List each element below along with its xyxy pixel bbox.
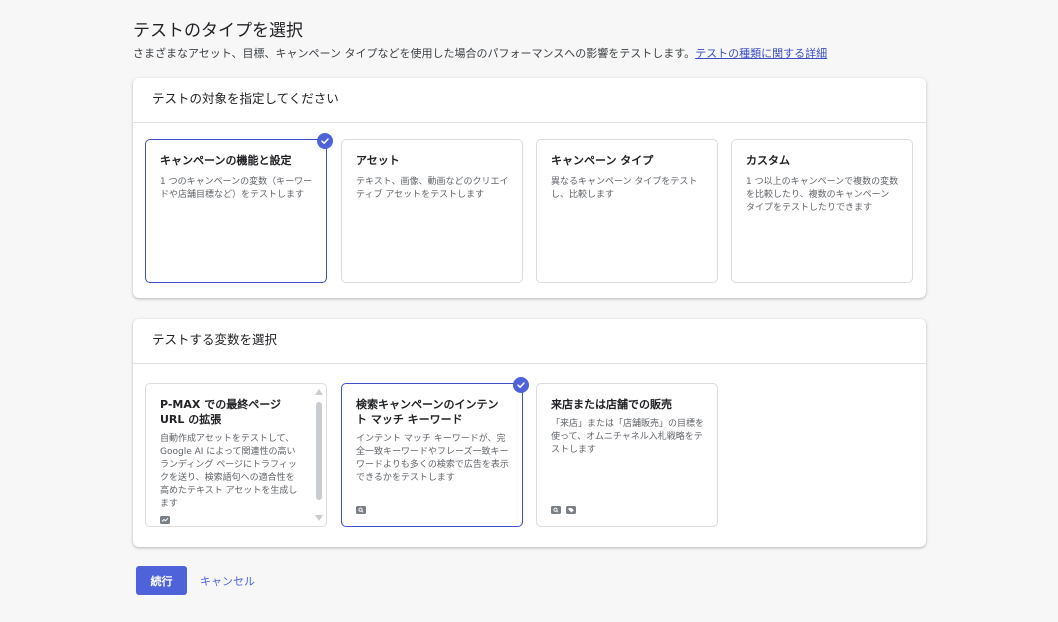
scroll-up-arrow-icon[interactable]: [315, 389, 323, 395]
card-description: 異なるキャンペーン タイプをテストし、比較します: [551, 177, 698, 200]
card-title: 来店または店舗での販売: [551, 398, 672, 411]
search-icon: [551, 506, 561, 514]
card-description: テキスト、画像、動画などのクリエイティブ アセットをテストします: [356, 177, 509, 200]
card-title: キャンペーンの機能と設定: [160, 154, 292, 167]
page-subtitle-text: さまざまなアセット、目標、キャンペーン タイプなどを使用した場合のパフォーマンス…: [133, 47, 696, 60]
card-description: 1 つ以上のキャンペーンで複数の変数を比較したり、複数のキャンペーン タイプをテ…: [746, 177, 899, 213]
page-title: テストのタイプを選択: [133, 21, 303, 41]
target-card-campaign-settings[interactable]: キャンペーンの機能と設定 1 つのキャンペーンの変数（キーワードや店舗目標など）…: [145, 133, 333, 283]
check-icon: [513, 377, 529, 393]
test-target-panel: テストの対象を指定してください キャンペーンの機能と設定 1 つのキャンペーンの…: [133, 78, 926, 298]
channel-icons: [160, 516, 170, 524]
test-target-panel-title: テストの対象を指定してください: [133, 78, 926, 123]
test-types-help-link[interactable]: テストの種類に関する詳細: [695, 47, 827, 60]
card-description: 1 つのキャンペーンの変数（キーワードや店舗目標など）をテストします: [160, 177, 313, 200]
search-icon: [356, 506, 366, 514]
scroll-down-arrow-icon[interactable]: [315, 515, 323, 521]
target-card-campaign-type[interactable]: キャンペーン タイプ 異なるキャンペーン タイプをテストし、比較します: [536, 139, 718, 283]
target-card-custom[interactable]: カスタム 1 つ以上のキャンペーンで複数の変数を比較したり、複数のキャンペーン …: [731, 139, 913, 283]
card-title: キャンペーン タイプ: [551, 154, 654, 167]
scroll-thumb[interactable]: [316, 402, 322, 500]
variable-card-pmax-url-expansion[interactable]: P-MAX での最終ページ URL の拡張 自動作成アセットをテストして、Goo…: [145, 383, 327, 527]
check-icon: [317, 133, 333, 149]
card-title: P-MAX での最終ページ URL の拡張: [160, 398, 281, 426]
test-variable-panel: テストする変数を選択 P-MAX での最終ページ URL の拡張 自動作成アセッ…: [133, 319, 926, 547]
cancel-button[interactable]: キャンセル: [193, 566, 262, 595]
card-title: アセット: [356, 154, 400, 167]
card-description: 「来店」または「店舗販売」の目標を使って、オムニチャネル入札戦略をテストします: [551, 419, 705, 455]
target-card-assets[interactable]: アセット テキスト、画像、動画などのクリエイティブ アセットをテストします: [341, 139, 523, 283]
page-subtitle: さまざまなアセット、目標、キャンペーン タイプなどを使用した場合のパフォーマンス…: [133, 47, 933, 61]
card-description: インテント マッチ キーワードが、完全一致キーワードやフレーズ一致キーワードより…: [356, 434, 509, 483]
card-scrollbar[interactable]: [314, 388, 324, 522]
pmax-icon: [160, 516, 170, 524]
channel-icons: [551, 506, 576, 514]
variable-card-intent-match-keywords[interactable]: 検索キャンペーンのインテント マッチ キーワード インテント マッチ キーワード…: [341, 377, 529, 527]
channel-icons: [356, 506, 366, 514]
continue-button[interactable]: 続行: [136, 566, 187, 595]
test-variable-panel-title: テストする変数を選択: [133, 319, 926, 364]
card-title: 検索キャンペーンのインテント マッチ キーワード: [356, 398, 499, 426]
card-description: 自動作成アセットをテストして、Google AI によって関連性の高いランディン…: [160, 434, 298, 509]
page-header: テストのタイプを選択 さまざまなアセット、目標、キャンペーン タイプなどを使用し…: [133, 20, 933, 61]
card-title: カスタム: [746, 154, 790, 167]
page: テストのタイプを選択 さまざまなアセット、目標、キャンペーン タイプなどを使用し…: [0, 0, 1058, 622]
variable-card-store-visits-sales[interactable]: 来店または店舗での販売 「来店」または「店舗販売」の目標を使って、オムニチャネル…: [536, 383, 718, 527]
tag-icon: [566, 506, 576, 514]
